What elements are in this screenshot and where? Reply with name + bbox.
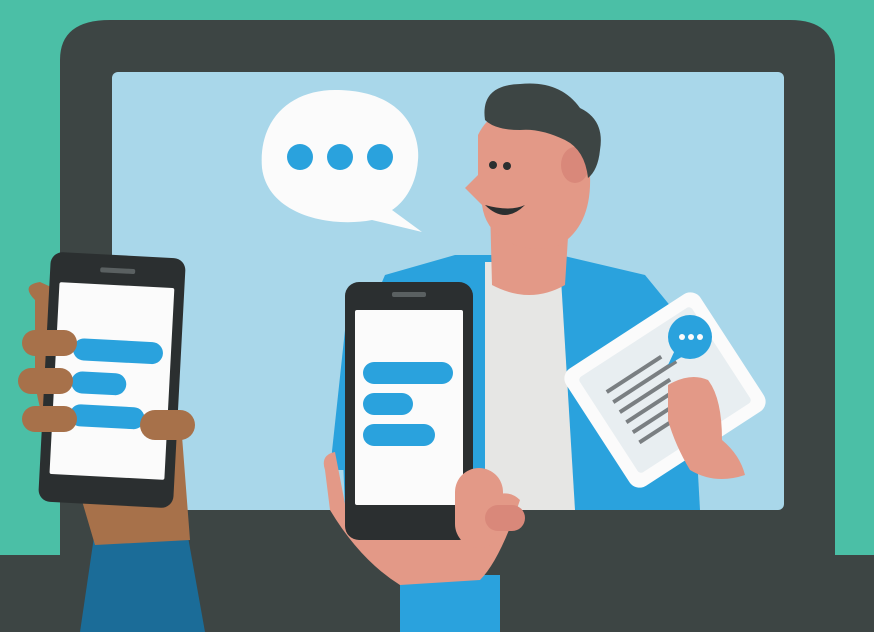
center-finger	[485, 505, 525, 531]
left-finger	[18, 368, 73, 394]
left-message-bar	[71, 371, 127, 396]
man-eye	[503, 162, 511, 170]
man-shirt	[485, 262, 575, 510]
center-message-bar	[363, 424, 435, 446]
center-message-bar	[363, 393, 413, 415]
center-message-bar	[363, 362, 453, 384]
left-finger	[22, 406, 77, 432]
man-eye	[489, 161, 497, 169]
left-message-bar	[73, 338, 163, 365]
left-finger	[22, 330, 77, 356]
left-message-bar	[69, 404, 145, 430]
typing-dot	[327, 144, 353, 170]
left-thumb	[140, 410, 195, 440]
typing-dot	[367, 144, 393, 170]
typing-dot	[287, 144, 313, 170]
illustration-canvas	[0, 0, 874, 632]
center-phone-speaker	[392, 292, 426, 297]
